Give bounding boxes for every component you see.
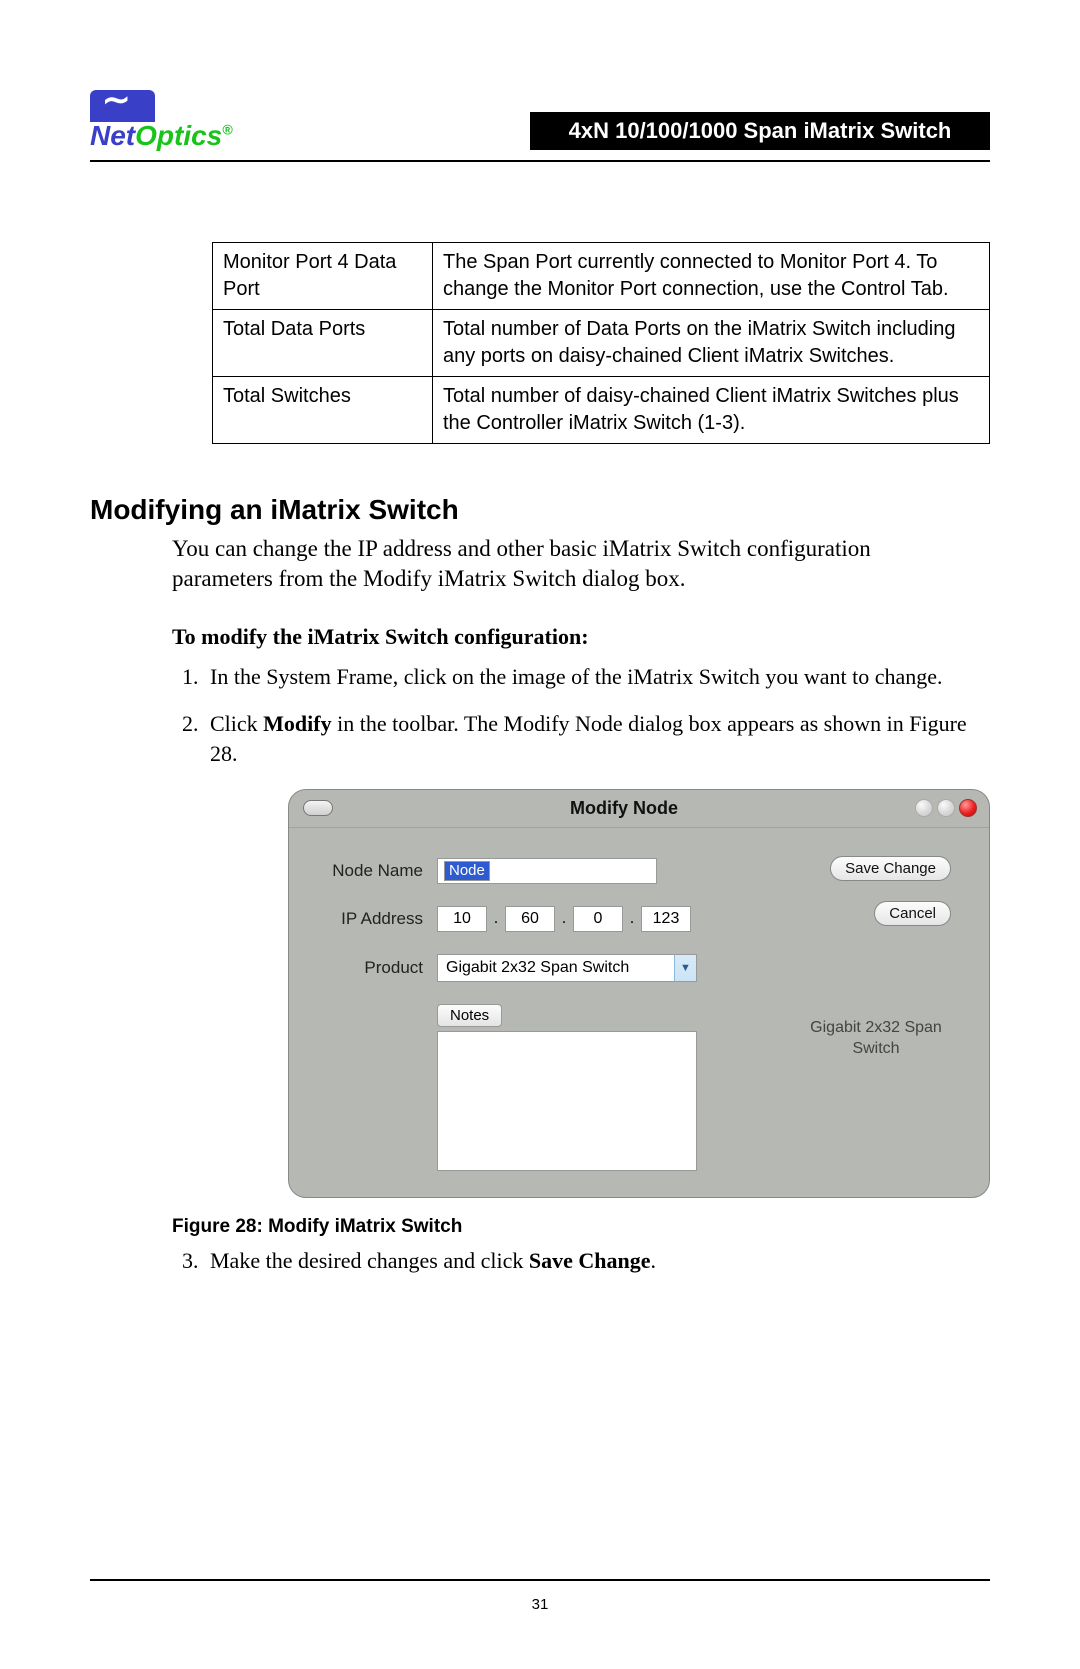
step-text-pre: Click [210, 711, 263, 736]
figure-caption: Figure 28: Modify iMatrix Switch [172, 1216, 990, 1238]
node-name-value-selected: Node [444, 861, 490, 881]
logo-swoosh-icon [90, 90, 155, 122]
figure-caption-label: Figure 28: [172, 1216, 268, 1237]
product-caption: Gigabit 2x32 Span Switch [791, 1018, 961, 1060]
ip-octet-2[interactable]: 60 [505, 906, 555, 932]
chevron-down-icon: ▼ [674, 955, 696, 981]
product-value: Gigabit 2x32 Span Switch [446, 959, 629, 977]
step-number: 2. [182, 709, 210, 739]
step-text-bold: Modify [263, 711, 331, 736]
footer-rule [90, 1579, 990, 1581]
ip-octet-3[interactable]: 0 [573, 906, 623, 932]
node-name-input[interactable]: Node [437, 858, 657, 884]
logo-net: Net [90, 120, 135, 151]
definitions-table: Monitor Port 4 Data Port The Span Port c… [212, 242, 990, 444]
intro-paragraph: You can change the IP address and other … [172, 534, 970, 594]
logo: NetOptics® [90, 90, 245, 150]
header-rule [90, 160, 990, 162]
header-title-bar: 4xN 10/100/1000 Span iMatrix Switch [530, 112, 990, 150]
notes-label: Notes [437, 1004, 502, 1027]
table-row: Total Switches Total number of daisy-cha… [213, 377, 990, 444]
table-row: Total Data Ports Total number of Data Po… [213, 310, 990, 377]
ip-dot: . [555, 910, 573, 928]
logo-optics: Optics [135, 120, 222, 151]
dialog-title: Modify Node [333, 798, 915, 819]
node-name-label: Node Name [317, 861, 437, 881]
step-3: 3.Make the desired changes and click Sav… [210, 1246, 970, 1276]
step-text: In the System Frame, click on the image … [210, 664, 943, 689]
step-text-post: . [651, 1248, 657, 1273]
step-text-bold: Save Change [529, 1248, 651, 1273]
logo-registered: ® [222, 122, 232, 138]
figure-caption-title: Modify iMatrix Switch [268, 1216, 462, 1237]
table-cell-desc: Total number of Data Ports on the iMatri… [433, 310, 990, 377]
step-1: 1.In the System Frame, click on the imag… [210, 662, 970, 692]
ip-octet-4[interactable]: 123 [641, 906, 691, 932]
window-button-icon[interactable] [937, 799, 955, 817]
table-cell-term: Monitor Port 4 Data Port [213, 243, 433, 310]
logo-text: NetOptics® [90, 122, 245, 150]
step-number: 1. [182, 662, 210, 692]
table-cell-desc: Total number of daisy-chained Client iMa… [433, 377, 990, 444]
close-icon[interactable] [959, 799, 977, 817]
dialog-body: Save Change Cancel Node Name Node IP Add… [289, 828, 989, 1197]
ip-dot: . [487, 910, 505, 928]
ip-octet-1[interactable]: 10 [437, 906, 487, 932]
product-row: Product Gigabit 2x32 Span Switch ▼ [317, 954, 961, 982]
table-row: Monitor Port 4 Data Port The Span Port c… [213, 243, 990, 310]
dialog-titlebar: Modify Node [289, 790, 989, 828]
ip-address-label: IP Address [317, 909, 437, 929]
step-text-pre: Make the desired changes and click [210, 1248, 529, 1273]
step-number: 3. [182, 1246, 210, 1276]
dialog-button-column: Save Change Cancel [830, 856, 951, 926]
section-heading: Modifying an iMatrix Switch [90, 494, 990, 526]
product-select[interactable]: Gigabit 2x32 Span Switch ▼ [437, 954, 697, 982]
window-button-icon[interactable] [915, 799, 933, 817]
dialog-handle-icon [303, 800, 333, 816]
modify-node-dialog: Modify Node Save Change Cancel Node Name… [288, 789, 990, 1198]
table-cell-term: Total Data Ports [213, 310, 433, 377]
page-number: 31 [0, 1596, 1080, 1613]
procedure-heading: To modify the iMatrix Switch configurati… [172, 624, 990, 650]
window-controls [915, 799, 977, 817]
product-label: Product [317, 958, 437, 978]
cancel-button[interactable]: Cancel [874, 901, 951, 926]
ip-dot: . [623, 910, 641, 928]
save-change-button[interactable]: Save Change [830, 856, 951, 881]
document-page: NetOptics® 4xN 10/100/1000 Span iMatrix … [0, 0, 1080, 1669]
page-header: NetOptics® 4xN 10/100/1000 Span iMatrix … [90, 90, 990, 150]
step-2: 2.Click Modify in the toolbar. The Modif… [210, 709, 970, 768]
table-cell-term: Total Switches [213, 377, 433, 444]
notes-textarea[interactable] [437, 1031, 697, 1171]
ip-address-input[interactable]: 10 . 60 . 0 . 123 [437, 906, 691, 932]
table-cell-desc: The Span Port currently connected to Mon… [433, 243, 990, 310]
